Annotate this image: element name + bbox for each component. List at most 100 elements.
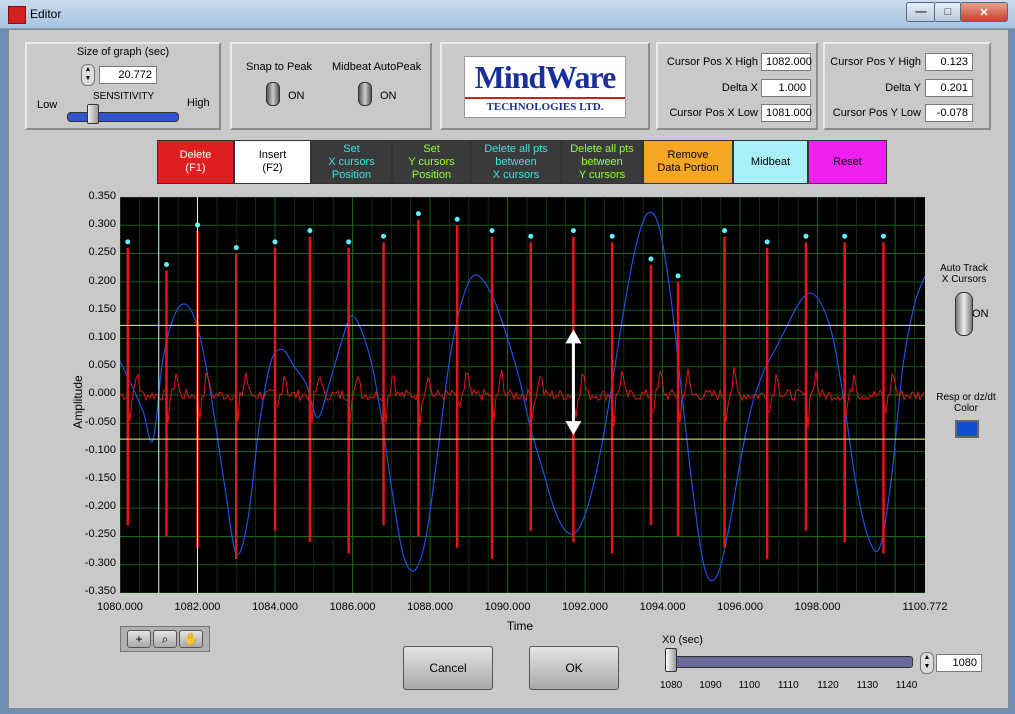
x0-slider-thumb[interactable] xyxy=(665,648,677,672)
x0-slider-track[interactable] xyxy=(665,656,913,668)
x0-tick-label: 1100 xyxy=(738,680,761,691)
x-tick-label: 1096.000 xyxy=(717,601,763,613)
x-tick-label: 1086.000 xyxy=(329,601,376,613)
resp-color-swatch[interactable] xyxy=(955,420,979,438)
toolbar-button-text: (F1) xyxy=(185,162,206,174)
close-button[interactable]: ✕ xyxy=(960,2,1008,22)
y-tick-label: 0.100 xyxy=(88,331,116,343)
toolbar-button-text: Data Portion xyxy=(657,162,719,174)
toolbar-button-4[interactable]: Set Y cursors Position xyxy=(392,140,471,184)
toolbar-button-text: Y cursors xyxy=(408,155,455,168)
toolbar-button-text: Position xyxy=(411,168,452,181)
logo-subtext: TECHNOLOGIES LTD. xyxy=(486,101,604,113)
signal-plot[interactable] xyxy=(120,197,925,593)
toolbar-button-1[interactable]: Delete (F1) xyxy=(157,140,234,184)
graph-size-spinner[interactable]: ▲ ▼ xyxy=(81,64,95,86)
x0-spinner[interactable]: ▲ ▼ xyxy=(920,652,934,674)
resp-color-label: Resp or dz/dt Color xyxy=(936,392,996,414)
r-peak-marker xyxy=(415,211,421,217)
y-tick-label: 0.200 xyxy=(88,274,116,287)
mindware-logo: MindWare TECHNOLOGIES LTD. xyxy=(464,56,626,118)
toolbar-button-text: Set xyxy=(343,142,360,155)
r-peak-marker xyxy=(609,233,615,239)
x0-tick-label: 1120 xyxy=(817,680,839,691)
toolbar-button-6[interactable]: Delete all pts between Y cursors xyxy=(561,140,643,184)
x-tick-label: 1084.000 xyxy=(252,601,298,613)
y-axis-label: Amplitude xyxy=(71,375,85,429)
r-peak-marker xyxy=(764,239,770,245)
cursor-x-high-field[interactable]: 1082.000 xyxy=(761,53,812,71)
r-peak-marker xyxy=(233,245,239,251)
y-tick-label: 0.000 xyxy=(88,387,116,400)
maximize-button[interactable]: □ xyxy=(934,2,962,22)
logo-panel: MindWare TECHNOLOGIES LTD. xyxy=(440,42,650,130)
cursor-y-high-field[interactable]: 0.123 xyxy=(925,53,973,71)
cursor-y-low-label: Cursor Pos Y Low xyxy=(832,107,921,119)
auto-track-toggle[interactable] xyxy=(955,292,973,336)
toolbar-button-text: X cursors xyxy=(328,155,375,168)
cursor-x-low-field[interactable]: 1081.000 xyxy=(761,104,812,122)
delta-x-field[interactable]: 1.000 xyxy=(761,79,811,97)
y-tick-label: 0.350 xyxy=(88,190,116,202)
midbeat-autopeak-state: ON xyxy=(380,90,397,102)
x-axis-label: Time xyxy=(506,619,534,633)
graph-size-input[interactable]: 20.772 xyxy=(99,66,157,84)
toolbar-button-2[interactable]: Insert (F2) xyxy=(234,140,311,184)
delta-y-field[interactable]: 0.201 xyxy=(925,79,973,97)
crosshair-tool-icon[interactable]: + xyxy=(127,630,151,648)
cursor-y-high-label: Cursor Pos Y High xyxy=(830,56,921,68)
zoom-tool-icon[interactable]: ⌕ xyxy=(153,630,177,648)
delta-y-label: Delta Y xyxy=(885,82,921,94)
sensitivity-low-label: Low xyxy=(37,99,58,111)
toolbar-button-text: Insert xyxy=(258,149,287,161)
sensitivity-slider-thumb[interactable] xyxy=(87,104,99,124)
midbeat-autopeak-toggle[interactable] xyxy=(358,82,372,106)
x0-input[interactable]: 1080 xyxy=(936,654,982,672)
x-tick-label: 1090.000 xyxy=(484,601,531,613)
toolbar-button-9[interactable]: Reset xyxy=(808,140,887,184)
toolbar-button-text: Y cursors xyxy=(578,168,626,181)
r-peak-marker xyxy=(722,228,728,234)
r-peak-marker xyxy=(125,239,131,245)
r-peak-marker xyxy=(381,233,387,239)
cursor-y-low-field[interactable]: -0.078 xyxy=(925,104,973,122)
x-tick-label: 1082.000 xyxy=(174,601,221,613)
graph-size-label: Size of graph (sec) xyxy=(76,46,170,58)
x0-tick-label: 1090 xyxy=(699,680,722,691)
toolbar-button-text: (F2) xyxy=(262,162,283,174)
toolbar-button-text: between xyxy=(581,155,623,168)
x0-tick-label: 1140 xyxy=(895,680,918,691)
logo-rule xyxy=(465,97,625,99)
pan-hand-tool-icon[interactable]: ✋ xyxy=(179,630,203,648)
toolbar-button-text: Remove xyxy=(667,149,709,161)
toolbar-button-text: Delete all pts xyxy=(484,142,548,155)
toolbar-button-8[interactable]: Midbeat xyxy=(733,140,808,184)
r-peak-marker xyxy=(880,233,886,239)
resp-series-line xyxy=(120,211,925,582)
snap-to-peak-toggle[interactable] xyxy=(266,82,280,106)
window-title: Editor xyxy=(30,7,62,21)
graph-size-panel: Size of graph (sec) ▲ ▼ 20.772 Low SENSIT… xyxy=(25,42,221,130)
toolbar-button-7[interactable]: Remove Data Portion xyxy=(643,140,733,184)
y-tick-label: -0.200 xyxy=(84,500,116,513)
x-tick-label: 1092.000 xyxy=(562,601,608,613)
toolbar-button-3[interactable]: Set X cursors Position xyxy=(311,140,392,184)
toolbar-button-text: Delete all pts xyxy=(570,142,634,155)
logo-text: MindWare xyxy=(474,59,617,95)
auto-track-state: ON xyxy=(972,308,989,320)
delta-y-arrow-down-icon xyxy=(565,421,582,436)
toolbar-button-text: between xyxy=(495,155,537,168)
y-tick-label: -0.350 xyxy=(84,584,116,597)
minimize-button[interactable]: — xyxy=(906,2,936,22)
x-tick-label: 1098.000 xyxy=(794,601,841,613)
cancel-button[interactable]: Cancel xyxy=(403,646,493,690)
r-peak-marker xyxy=(675,273,681,279)
x0-tick-label: 1130 xyxy=(856,680,879,691)
ok-button[interactable]: OK xyxy=(529,646,619,690)
toolbar-button-5[interactable]: Delete all pts between X cursors xyxy=(471,140,561,184)
x-tick-label: 1100.772 xyxy=(902,601,948,613)
peak-options-panel: Snap to Peak Midbeat AutoPeak ON ON xyxy=(230,42,432,130)
sensitivity-slider-track[interactable] xyxy=(67,112,179,122)
r-peak-marker xyxy=(842,233,848,239)
midbeat-autopeak-label: Midbeat AutoPeak xyxy=(332,61,422,73)
